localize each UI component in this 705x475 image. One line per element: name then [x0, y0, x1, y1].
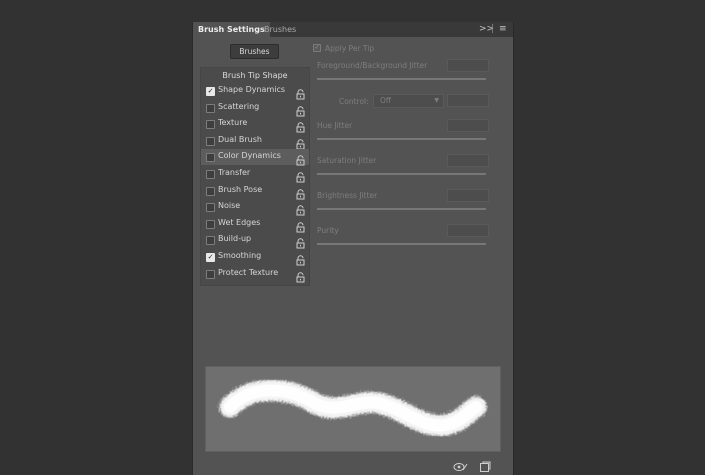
brush-settings-panel: Brush Settings Brushes >> | ≡ Brushes Br…: [192, 22, 514, 475]
hue-jitter-slider[interactable]: [317, 138, 486, 140]
apply-per-tip-label: Apply Per Tip: [325, 44, 375, 53]
list-item-label: Build-up: [218, 234, 252, 244]
brush-tip-shape-item[interactable]: Brush Tip Shape: [201, 71, 309, 80]
control-label: Control:: [339, 97, 369, 106]
list-item[interactable]: Wet Edges: [201, 216, 309, 233]
brush-stroke-preview: [205, 366, 501, 452]
lock-icon[interactable]: [295, 102, 306, 117]
list-item[interactable]: Noise: [201, 199, 309, 216]
list-item[interactable]: Build-up: [201, 232, 309, 249]
stage: Brush Settings Brushes >> | ≡ Brushes Br…: [0, 0, 705, 475]
list-item-label: Brush Pose: [218, 184, 263, 194]
list-item[interactable]: Transfer: [201, 166, 309, 183]
list-item-label: Smoothing: [218, 251, 262, 260]
apply-per-tip-checkbox[interactable]: ✓: [313, 44, 321, 52]
control-field[interactable]: [447, 94, 489, 107]
create-new-brush-icon[interactable]: [479, 458, 491, 472]
list-item-label: Noise: [218, 201, 241, 211]
tab-divider: |: [491, 24, 495, 34]
checkbox[interactable]: ✓: [206, 87, 215, 96]
checkbox[interactable]: [206, 120, 215, 130]
lock-icon[interactable]: [295, 251, 306, 266]
list-item-label: Texture: [218, 118, 248, 128]
brush-stroke-image: [219, 380, 487, 436]
chevron-down-icon: ▼: [434, 97, 439, 104]
list-item-label: Shape Dynamics: [218, 85, 286, 94]
checkbox[interactable]: [206, 219, 215, 229]
brightness-jitter-slider[interactable]: [317, 208, 486, 210]
control-select[interactable]: Off ▼: [373, 94, 444, 108]
list-item-label: Scattering: [218, 101, 260, 111]
list-item[interactable]: Color Dynamics: [201, 149, 309, 166]
list-item[interactable]: Protect Texture: [201, 266, 309, 283]
brightness-jitter-field[interactable]: [447, 189, 489, 202]
control-value: Off: [380, 96, 392, 105]
list-item-label: Protect Texture: [218, 267, 279, 277]
fg-bg-jitter-label: Foreground/Background Jitter: [317, 61, 428, 70]
lock-icon[interactable]: [295, 151, 306, 166]
saturation-jitter-field[interactable]: [447, 154, 489, 167]
list-item-label: Wet Edges: [218, 217, 261, 227]
purity-label: Purity: [317, 226, 339, 235]
checkbox[interactable]: [206, 236, 215, 246]
checkbox[interactable]: ✓: [206, 253, 215, 262]
list-item[interactable]: ✓ Smoothing: [201, 249, 309, 266]
lock-icon[interactable]: [295, 135, 306, 150]
panel-menu-button[interactable]: ≡: [499, 22, 507, 37]
lock-icon[interactable]: [295, 201, 306, 216]
hue-jitter-label: Hue Jitter: [317, 121, 353, 130]
tab-brushes[interactable]: Brushes: [259, 22, 301, 37]
saturation-jitter-slider[interactable]: [317, 173, 486, 175]
tab-bar: Brush Settings Brushes >> | ≡: [193, 22, 513, 37]
brushes-button[interactable]: Brushes: [230, 44, 279, 59]
fg-bg-jitter-slider[interactable]: [317, 78, 486, 80]
list-item-label: Dual Brush: [218, 134, 262, 144]
brightness-jitter-label: Brightness Jitter: [317, 191, 378, 200]
list-item[interactable]: Scattering: [201, 100, 309, 117]
lock-icon[interactable]: [295, 168, 306, 183]
list-item[interactable]: Brush Pose: [201, 183, 309, 200]
lock-icon[interactable]: [295, 268, 306, 283]
list-item-label: Color Dynamics: [218, 151, 281, 161]
list-item-label: Transfer: [218, 168, 251, 177]
checkbox[interactable]: [206, 186, 215, 196]
brush-options-list: Brush Tip Shape ✓ Shape Dynamics Scatterin…: [200, 67, 310, 286]
lock-icon[interactable]: [295, 85, 306, 100]
checkbox[interactable]: [206, 203, 215, 213]
visibility-toggle-icon[interactable]: [453, 458, 469, 471]
checkbox[interactable]: [206, 269, 215, 279]
hue-jitter-field[interactable]: [447, 119, 489, 132]
list-item[interactable]: ✓ Shape Dynamics: [201, 83, 309, 100]
list-item[interactable]: Texture: [201, 116, 309, 133]
fg-bg-jitter-field[interactable]: [447, 59, 489, 72]
checkbox[interactable]: [206, 153, 215, 163]
checkbox[interactable]: [206, 170, 215, 179]
purity-field[interactable]: [447, 224, 489, 237]
lock-icon[interactable]: [295, 234, 306, 249]
checkbox[interactable]: [206, 103, 215, 113]
saturation-jitter-label: Saturation Jitter: [317, 156, 377, 165]
list-item[interactable]: Dual Brush: [201, 133, 309, 150]
lock-icon[interactable]: [295, 118, 306, 133]
checkbox[interactable]: [206, 136, 215, 146]
purity-slider[interactable]: [317, 243, 486, 245]
lock-icon[interactable]: [295, 185, 306, 200]
lock-icon[interactable]: [295, 218, 306, 233]
